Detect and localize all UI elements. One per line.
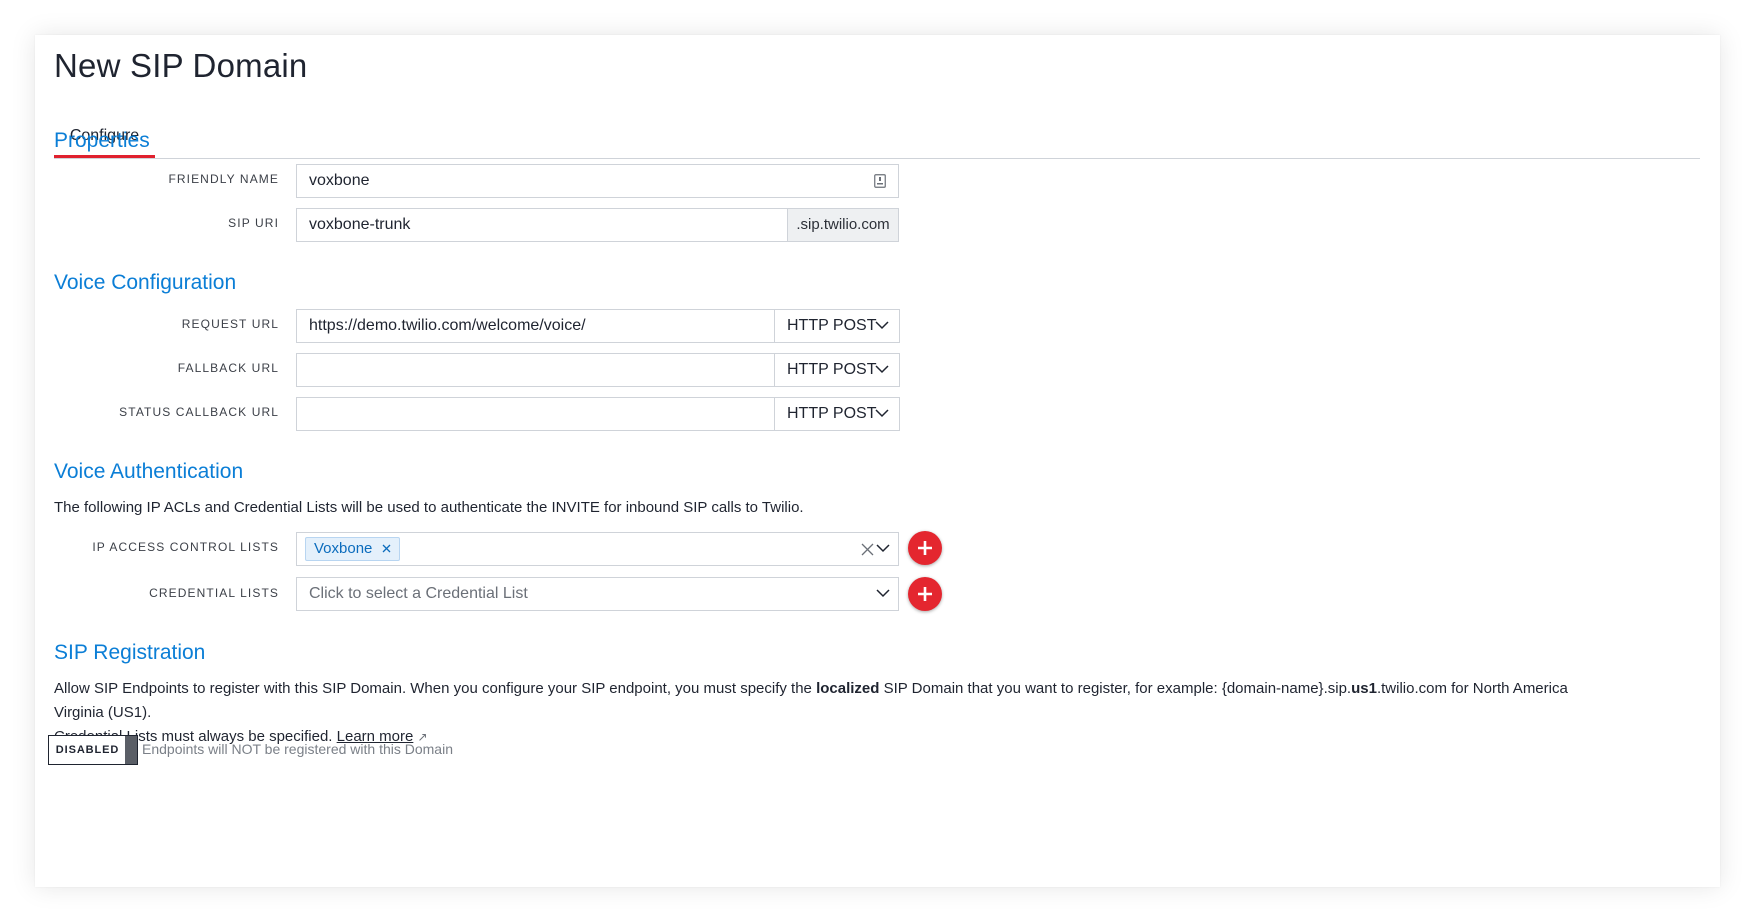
sip-registration-text: SIP Domain that you want to register, fo… [879, 680, 1352, 697]
request-url-input[interactable]: https://demo.twilio.com/welcome/voice/ [296, 309, 775, 343]
plus-icon [918, 587, 932, 601]
request-url-method-select[interactable]: HTTP POST [774, 309, 900, 343]
status-callback-url-input[interactable] [296, 397, 775, 431]
chevron-down-icon [876, 589, 890, 598]
ip-acl-multiselect[interactable]: Voxbone [296, 532, 899, 566]
sip-uri-value: voxbone-trunk [309, 216, 411, 233]
status-callback-url-label: STATUS CALLBACK URL [119, 405, 279, 419]
chevron-down-icon [875, 321, 889, 330]
contact-card-icon[interactable] [874, 174, 886, 188]
properties-heading: Properties [54, 129, 150, 152]
friendly-name-label: FRIENDLY NAME [168, 172, 279, 186]
region-emphasis: us1 [1351, 680, 1377, 697]
clear-selection-icon[interactable] [861, 543, 874, 556]
credential-lists-label: CREDENTIAL LISTS [149, 586, 279, 600]
ip-acl-label: IP ACCESS CONTROL LISTS [92, 540, 279, 554]
toggle-state-label: DISABLED [55, 744, 120, 756]
toggle-knob [125, 736, 137, 764]
friendly-name-value: voxbone [309, 172, 370, 189]
ip-acl-chip-label: Voxbone [314, 540, 373, 557]
sip-registration-text: Allow SIP Endpoints to register with thi… [54, 680, 817, 697]
credential-lists-select[interactable]: Click to select a Credential List [296, 577, 899, 611]
voice-authentication-heading: Voice Authentication [54, 460, 244, 483]
add-ip-acl-button[interactable] [908, 531, 942, 565]
chevron-down-icon [875, 365, 889, 374]
status-callback-method-select[interactable]: HTTP POST [774, 397, 900, 431]
sip-uri-input[interactable]: voxbone-trunk [296, 208, 788, 242]
request-url-method-value: HTTP POST [787, 317, 877, 334]
sip-registration-description: Allow SIP Endpoints to register with thi… [54, 677, 1614, 749]
chevron-down-icon [875, 409, 889, 418]
request-url-value: https://demo.twilio.com/welcome/voice/ [309, 317, 586, 334]
add-credential-list-button[interactable] [908, 577, 942, 611]
page-title: New SIP Domain [54, 47, 308, 84]
toggle-hint: Endpoints will NOT be registered with th… [142, 741, 453, 757]
request-url-label: REQUEST URL [181, 317, 279, 331]
tab-bar: Configure [54, 122, 1700, 159]
ip-acl-chip: Voxbone [305, 537, 400, 561]
chevron-down-icon[interactable] [876, 543, 890, 553]
fallback-url-method-value: HTTP POST [787, 361, 877, 378]
sip-domain-card: New SIP Domain Configure Properties FRIE… [35, 35, 1720, 887]
sip-registration-toggle[interactable]: DISABLED [48, 735, 138, 765]
localized-emphasis: localized [816, 680, 880, 697]
credential-lists-placeholder: Click to select a Credential List [309, 585, 528, 602]
fallback-url-input[interactable] [296, 353, 775, 387]
voice-configuration-heading: Voice Configuration [54, 271, 237, 294]
sip-registration-heading: SIP Registration [54, 641, 206, 664]
chip-remove-icon[interactable] [382, 544, 391, 553]
sip-uri-label: SIP URI [228, 216, 279, 230]
fallback-url-label: FALLBACK URL [177, 361, 279, 375]
plus-icon [918, 541, 932, 555]
fallback-url-method-select[interactable]: HTTP POST [774, 353, 900, 387]
voice-authentication-description: The following IP ACLs and Credential Lis… [54, 499, 804, 516]
sip-uri-suffix: .sip.twilio.com [788, 208, 899, 242]
status-callback-method-value: HTTP POST [787, 405, 877, 422]
friendly-name-input[interactable]: voxbone [296, 164, 899, 198]
